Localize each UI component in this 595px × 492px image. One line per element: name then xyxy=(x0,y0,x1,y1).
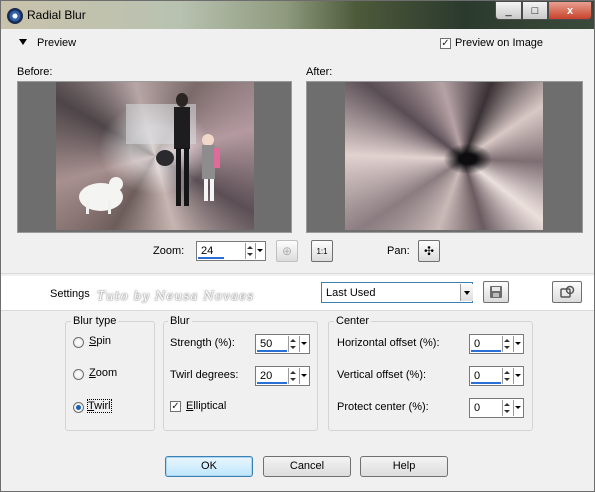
protect-dropdown-arrow[interactable] xyxy=(513,400,521,416)
strength-dropdown-arrow[interactable] xyxy=(299,336,307,352)
divider xyxy=(1,273,594,274)
vertical-dropdown-arrow[interactable] xyxy=(513,368,521,384)
preset-manager-button[interactable] xyxy=(552,281,582,303)
ok-button[interactable]: OK xyxy=(165,456,253,477)
horizontal-spinner[interactable] xyxy=(502,336,512,352)
spin-radio[interactable] xyxy=(73,337,84,348)
twirl-degrees-field[interactable]: 20 xyxy=(255,366,310,386)
blur-type-legend: Blur type xyxy=(71,315,119,327)
before-preview-panel[interactable] xyxy=(17,81,292,233)
zoom-slider-bar[interactable] xyxy=(198,257,224,259)
protect-center-field[interactable]: 0 xyxy=(469,398,524,418)
horizontal-offset-value: 0 xyxy=(474,338,481,350)
save-preset-icon xyxy=(490,286,502,298)
zoom-label: Zoom: xyxy=(153,245,185,257)
twirl-label[interactable]: Twirl xyxy=(87,399,112,413)
elliptical-label[interactable]: Elliptical xyxy=(186,400,226,412)
twirl-spinner[interactable] xyxy=(288,368,298,384)
after-image xyxy=(345,82,543,230)
before-label: Before: xyxy=(17,66,53,78)
settings-label: Settings xyxy=(50,288,90,300)
twirl-degrees-value: 20 xyxy=(260,370,273,382)
fit-button[interactable]: ⊕ xyxy=(276,240,298,262)
twirl-radio[interactable] xyxy=(73,402,84,413)
zoom-dropdown-arrow[interactable] xyxy=(255,243,263,259)
zoom-value: 24 xyxy=(201,245,214,257)
minimize-button[interactable]: _ xyxy=(495,1,522,20)
zoom-field[interactable]: 24 xyxy=(196,241,266,261)
preview-section-label: Preview xyxy=(37,37,77,49)
horizontal-dropdown-arrow[interactable] xyxy=(513,336,521,352)
preset-manager-icon xyxy=(560,285,575,298)
vertical-offset-value: 0 xyxy=(474,370,481,382)
preset-dropdown-arrow[interactable] xyxy=(460,284,473,301)
help-button[interactable]: Help xyxy=(360,456,448,477)
horizontal-slider-bar[interactable] xyxy=(471,350,501,352)
title-bar[interactable]: Radial Blur _ □ x xyxy=(1,1,594,29)
vertical-slider-bar[interactable] xyxy=(471,382,501,384)
before-image xyxy=(56,82,254,230)
spin-label[interactable]: Spin xyxy=(89,335,111,347)
radial-blur-dialog: Radial Blur _ □ x Preview ✓ Preview on I… xyxy=(0,0,595,492)
strength-spinner[interactable] xyxy=(288,336,298,352)
twirl-degrees-label: Twirl degrees: xyxy=(170,369,239,381)
vertical-offset-field[interactable]: 0 xyxy=(469,366,524,386)
pan-icon: ✣ xyxy=(423,244,435,258)
pan-label: Pan: xyxy=(387,245,410,257)
pan-button[interactable]: ✣ xyxy=(418,240,440,262)
center-legend: Center xyxy=(334,315,372,327)
zoom-radio[interactable] xyxy=(73,369,84,380)
close-button[interactable]: x xyxy=(548,1,592,20)
elliptical-checkbox[interactable]: ✓ xyxy=(170,401,181,412)
strength-field[interactable]: 50 xyxy=(255,334,310,354)
watermark-text: Tuto by Neusa Novaes xyxy=(97,289,255,303)
vertical-spinner[interactable] xyxy=(502,368,512,384)
protect-center-label: Protect center (%): xyxy=(337,401,429,413)
preview-on-image-label: Preview on Image xyxy=(455,37,544,49)
horizontal-offset-field[interactable]: 0 xyxy=(469,334,524,354)
preset-dropdown[interactable]: Last Used xyxy=(321,282,473,303)
after-preview-panel xyxy=(306,81,583,233)
strength-value: 50 xyxy=(260,338,273,350)
one-to-one-button[interactable]: 1:1 xyxy=(311,240,333,262)
twirl-slider-bar[interactable] xyxy=(257,382,287,384)
one-to-one-icon: 1:1 xyxy=(316,246,328,256)
protect-spinner[interactable] xyxy=(502,400,512,416)
preset-value: Last Used xyxy=(326,287,376,299)
collapse-arrow-icon[interactable] xyxy=(19,39,27,45)
zoom-type-label[interactable]: Zoom xyxy=(89,367,117,379)
vertical-offset-label: Vertical offset (%): xyxy=(337,369,427,381)
app-icon xyxy=(7,8,23,24)
before-image-figures xyxy=(79,93,220,214)
maximize-button[interactable]: □ xyxy=(522,1,548,20)
window-title: Radial Blur xyxy=(27,8,86,22)
after-label: After: xyxy=(306,66,333,78)
zoom-spinner[interactable] xyxy=(245,243,255,259)
horizontal-offset-label: Horizontal offset (%): xyxy=(337,337,440,349)
blur-legend: Blur xyxy=(168,315,192,327)
divider xyxy=(1,310,594,311)
strength-slider-bar[interactable] xyxy=(257,350,287,352)
protect-center-value: 0 xyxy=(474,402,481,414)
cancel-button[interactable]: Cancel xyxy=(263,456,351,477)
fit-icon: ⊕ xyxy=(281,244,293,258)
save-preset-button[interactable] xyxy=(483,281,509,303)
twirl-dropdown-arrow[interactable] xyxy=(299,368,307,384)
preview-on-image-checkbox[interactable]: ✓ xyxy=(440,38,451,49)
strength-label: Strength (%): xyxy=(170,337,235,349)
